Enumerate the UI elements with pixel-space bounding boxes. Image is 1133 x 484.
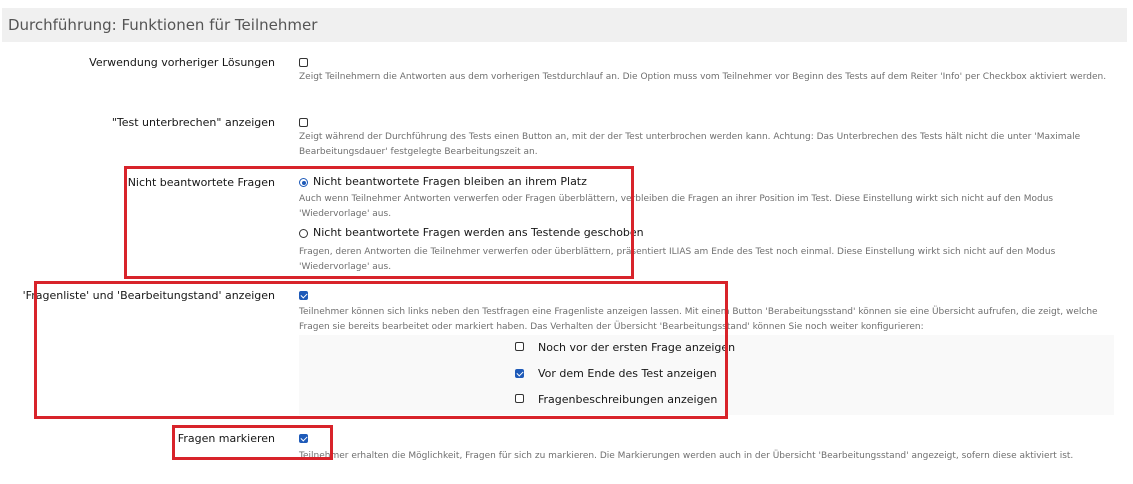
previous-solutions-description: Zeigt Teilnehmern die Antworten aus dem … xyxy=(299,72,1107,82)
mark-questions-description: Teilnehmer erhalten die Möglichkeit, Fra… xyxy=(299,451,1074,461)
highlight-box-unanswered xyxy=(124,166,634,279)
suspend-test-label: "Test unterbrechen" anzeigen xyxy=(111,116,275,129)
suspend-test-checkbox[interactable] xyxy=(299,118,308,127)
highlight-box-question-list xyxy=(34,281,728,419)
section-title: Durchführung: Funktionen für Teilnehmer xyxy=(2,8,1127,42)
previous-solutions-checkbox[interactable] xyxy=(299,58,308,67)
highlight-box-mark-questions xyxy=(172,425,333,460)
suspend-test-description: Zeigt während der Durchführung des Tests… xyxy=(299,132,1081,157)
previous-solutions-label: Verwendung vorheriger Lösungen xyxy=(89,56,275,69)
